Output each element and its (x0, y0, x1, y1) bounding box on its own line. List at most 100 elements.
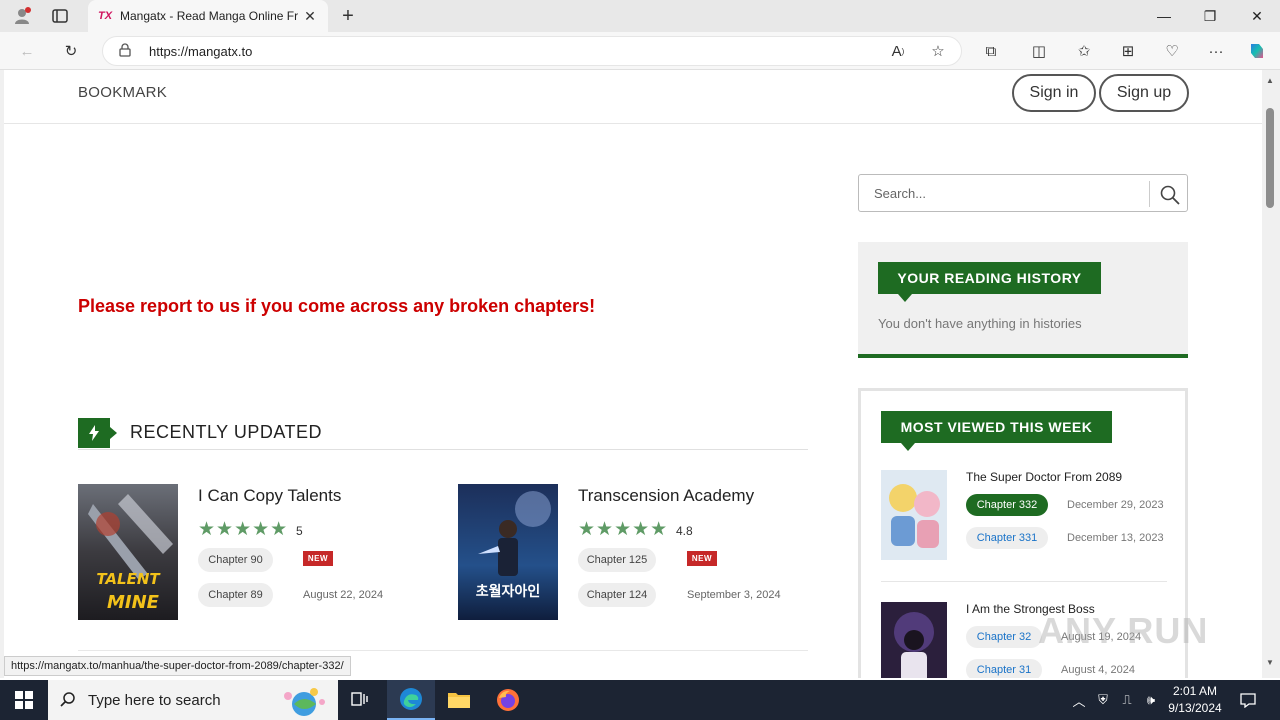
sign-in-button[interactable]: Sign in (1012, 74, 1096, 112)
rating-value: 4.8 (676, 524, 693, 538)
refresh-icon[interactable]: ↻ (60, 41, 82, 61)
chapter-date: September 3, 2024 (687, 589, 781, 601)
copilot-icon[interactable] (1246, 41, 1268, 61)
lightning-icon (78, 418, 110, 448)
search-input[interactable]: Search... (874, 186, 926, 201)
divider (78, 650, 808, 651)
recently-updated-header: RECENTLY UPDATED (78, 418, 808, 450)
rating-stars-icon: ★★★★★ (198, 519, 289, 540)
taskbar-search[interactable]: Type here to search (48, 680, 338, 720)
link-status-bar: https://mangatx.to/manhua/the-super-doct… (4, 656, 351, 676)
page-scrollbar[interactable]: ▲ ▼ (1262, 70, 1280, 678)
manga-thumbnail-image[interactable] (881, 602, 947, 678)
notification-icon[interactable] (1236, 680, 1260, 720)
new-badge: NEW (687, 551, 717, 566)
chapter-link[interactable]: Chapter 90 (198, 548, 273, 572)
most-viewed-title-link[interactable]: The Super Doctor From 2089 (966, 470, 1122, 484)
broken-chapters-notice: Please report to us if you come across a… (78, 296, 596, 316)
lock-icon (119, 43, 131, 60)
manga-thumbnail-image[interactable] (881, 470, 947, 560)
rating-value: 5 (296, 524, 303, 538)
scroll-down-icon[interactable]: ▼ (1266, 658, 1274, 667)
taskbar-clock[interactable]: 2:01 AM 9/13/2024 (1160, 683, 1230, 717)
history-empty-text: You don't have anything in histories (878, 316, 1082, 331)
profile-icon[interactable] (12, 6, 32, 26)
search-separator (1149, 181, 1150, 207)
site-favicon-icon: TX (98, 10, 113, 22)
manga-cover-image[interactable]: 초월자아인 (458, 484, 558, 620)
item-divider (881, 581, 1167, 582)
manga-title[interactable]: Transcension Academy (578, 486, 754, 506)
manga-card: TALENT MINE I Can Copy Talents ★★★★★ 5 C… (78, 484, 438, 624)
chapter-date: August 22, 2024 (303, 589, 384, 601)
chapter-link[interactable]: Chapter 332 (966, 494, 1048, 516)
more-options-icon[interactable]: ··· (1205, 41, 1227, 61)
search-box[interactable]: Search... (858, 174, 1188, 212)
task-view-icon[interactable] (336, 680, 384, 720)
chapter-date: August 4, 2024 (1061, 664, 1136, 676)
windows-taskbar: Type here to search ︿ ⛨ ⎍ 🕪 2:01 AM 9/13… (0, 680, 1280, 720)
volume-icon[interactable]: 🕪 (1140, 680, 1162, 720)
back-icon[interactable]: ← (16, 41, 38, 61)
file-explorer-icon[interactable] (435, 680, 483, 720)
active-tab[interactable]: TX Mangatx - Read Manga Online Fr ✕ (88, 0, 328, 32)
tag-tail (901, 443, 915, 451)
cover-title-text: 초월자아인 (476, 583, 540, 600)
browser-essentials-icon[interactable]: ♡ (1161, 41, 1183, 61)
sign-up-button[interactable]: Sign up (1099, 74, 1189, 112)
chapter-link[interactable]: Chapter 125 (578, 548, 656, 572)
tag-tail (898, 294, 912, 302)
minimize-icon[interactable]: — (1141, 0, 1187, 32)
scroll-up-icon[interactable]: ▲ (1266, 76, 1274, 85)
search-icon (60, 691, 76, 711)
cover-title-text: TALENT (96, 570, 161, 588)
most-viewed-title: MOST VIEWED THIS WEEK (881, 411, 1112, 443)
url-field[interactable]: https://mangatx.to (102, 36, 962, 66)
chapter-date: December 29, 2023 (1067, 499, 1164, 511)
favorite-star-icon[interactable]: ☆ (927, 41, 949, 61)
search-icon[interactable] (1159, 184, 1181, 206)
manga-cover-image[interactable]: TALENT MINE (78, 484, 178, 620)
new-tab-icon[interactable]: + (338, 5, 358, 27)
rating-stars-icon: ★★★★★ (578, 519, 669, 540)
anyrun-watermark: ANY RUN (1038, 610, 1209, 651)
address-toolbar: ← ↻ https://mangatx.to A) ☆ ⧉ ◫ ✩ ⊞ ♡ ··… (0, 32, 1280, 70)
chapter-link[interactable]: Chapter 89 (198, 583, 273, 607)
taskbar-search-placeholder: Type here to search (88, 691, 221, 709)
collections-icon[interactable]: ⊞ (1117, 41, 1139, 61)
reading-history-title: YOUR READING HISTORY (878, 262, 1101, 294)
edge-taskbar-icon[interactable] (387, 680, 435, 720)
scroll-thumb[interactable] (1266, 108, 1274, 208)
chapter-link[interactable]: Chapter 124 (578, 583, 656, 607)
chapter-link[interactable]: Chapter 331 (966, 527, 1048, 549)
defender-icon[interactable]: ⛨ (1092, 680, 1114, 720)
manga-title[interactable]: I Can Copy Talents (198, 486, 341, 506)
restore-icon[interactable]: ❐ (1187, 0, 1233, 32)
new-badge: NEW (303, 551, 333, 566)
read-aloud-icon[interactable]: A) (887, 41, 909, 61)
network-icon[interactable]: ⎍ (1116, 680, 1138, 720)
favorites-icon[interactable]: ✩ (1073, 41, 1095, 61)
extensions-icon[interactable]: ⧉ (980, 41, 1002, 61)
url-text: https://mangatx.to (149, 43, 253, 59)
browser-tab-bar: TX Mangatx - Read Manga Online Fr ✕ + — … (0, 0, 1280, 32)
clock-date: 9/13/2024 (1168, 701, 1222, 715)
split-screen-icon[interactable]: ◫ (1028, 41, 1050, 61)
chapter-link[interactable]: Chapter 31 (966, 659, 1042, 678)
header-arrow (110, 427, 117, 439)
chapter-link[interactable]: Chapter 32 (966, 626, 1042, 648)
web-page: BOOKMARK Sign in Sign up Please report t… (0, 70, 1262, 678)
tab-close-icon[interactable]: ✕ (302, 8, 318, 25)
tab-title: Mangatx - Read Manga Online Fr (120, 9, 299, 23)
bookmark-link[interactable]: BOOKMARK (78, 84, 167, 101)
windows-start-icon[interactable] (0, 680, 48, 720)
search-highlight-icon (264, 684, 330, 720)
firefox-icon[interactable] (484, 680, 532, 720)
tab-actions-icon[interactable] (50, 6, 70, 26)
show-hidden-icons-icon[interactable]: ︿ (1068, 680, 1090, 720)
reading-history-panel: YOUR READING HISTORY You don't have anyt… (858, 242, 1188, 358)
site-header: BOOKMARK Sign in Sign up (4, 70, 1262, 124)
clock-time: 2:01 AM (1172, 684, 1218, 698)
close-window-icon[interactable]: ✕ (1234, 0, 1280, 32)
chapter-date: December 13, 2023 (1067, 532, 1164, 544)
